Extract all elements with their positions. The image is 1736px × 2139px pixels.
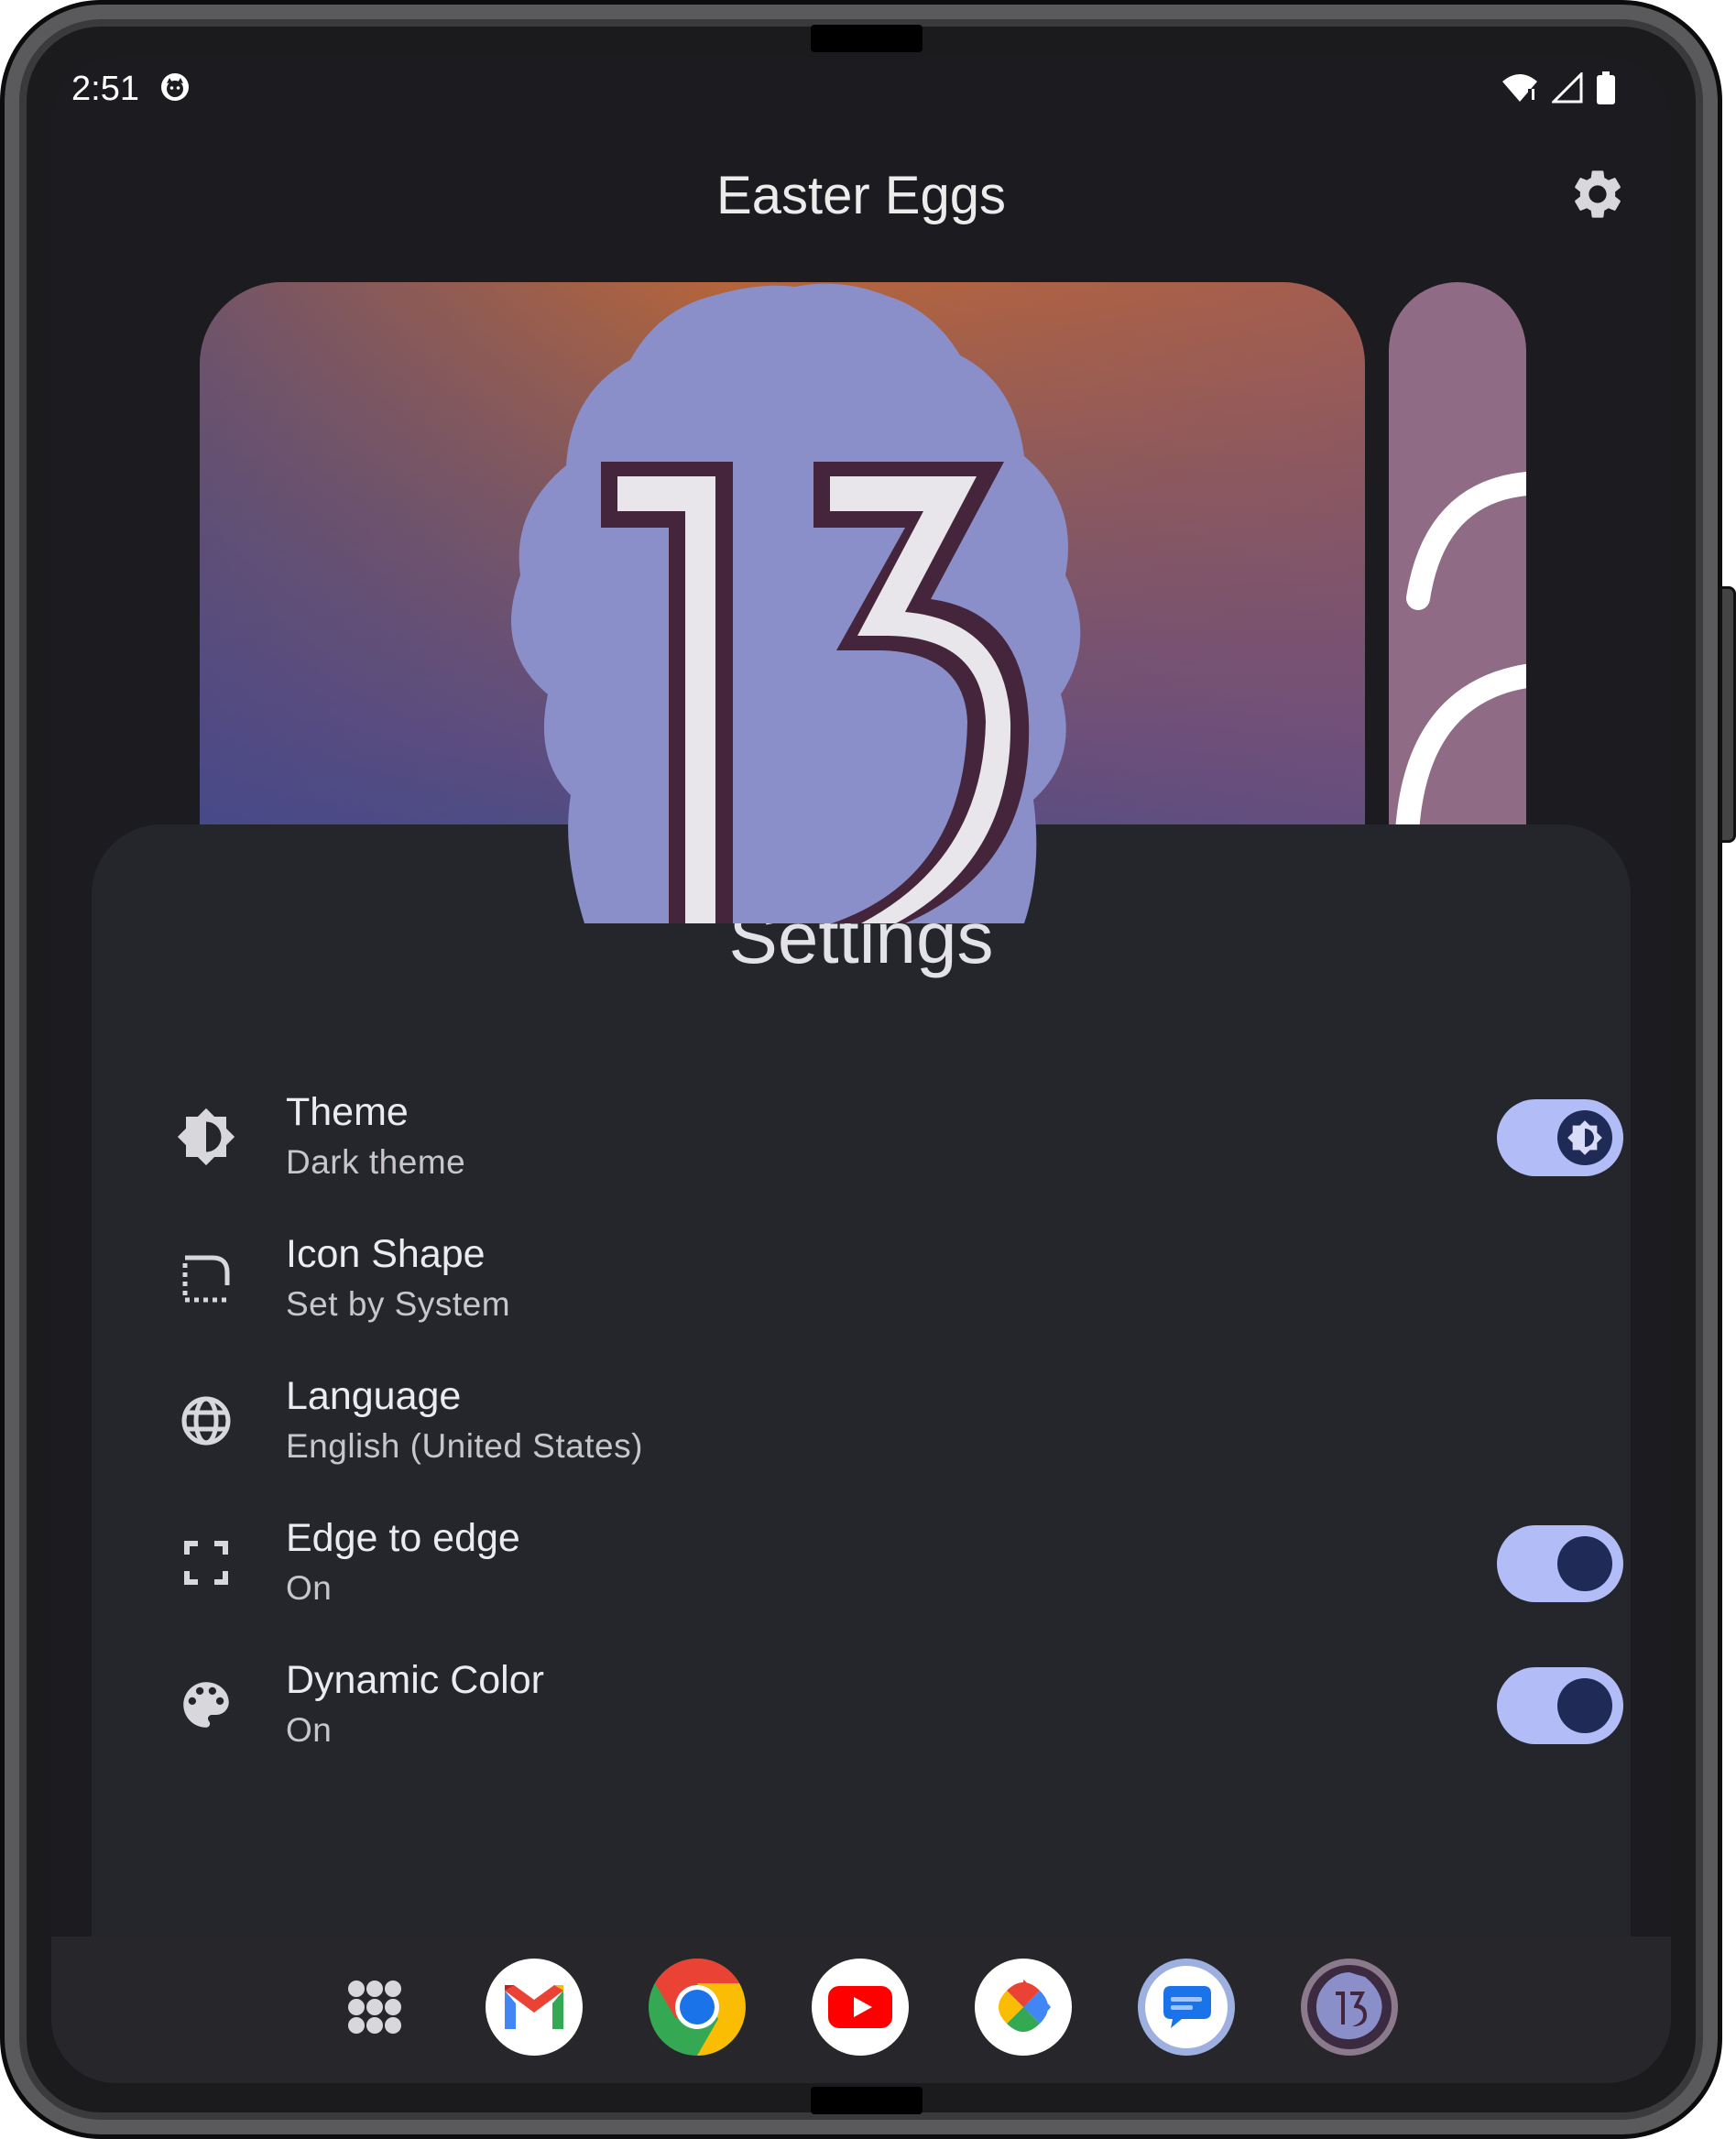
setting-title: Dynamic Color	[286, 1658, 544, 1702]
globe-icon	[176, 1391, 236, 1451]
settings-sheet: Settings Theme Dark theme Icon Shape Set…	[92, 824, 1631, 2015]
camera-notch-top	[811, 25, 923, 52]
messages-icon[interactable]	[1138, 1959, 1235, 2056]
gmail-icon[interactable]	[486, 1959, 583, 2056]
setting-subtitle: English (United States)	[286, 1427, 643, 1465]
setting-subtitle: Set by System	[286, 1285, 511, 1323]
battery-icon	[1596, 71, 1616, 104]
edge-to-edge-toggle[interactable]	[1497, 1525, 1623, 1602]
setting-subtitle: On	[286, 1569, 333, 1607]
cat-notification-icon	[159, 71, 191, 103]
setting-theme[interactable]: Theme Dark theme	[92, 1072, 1631, 1209]
gear-icon[interactable]	[1568, 165, 1627, 224]
icon-shape-icon	[176, 1249, 236, 1309]
page-title: Easter Eggs	[716, 166, 1006, 225]
photos-icon[interactable]	[975, 1959, 1072, 2056]
setting-language[interactable]: Language English (United States)	[92, 1356, 1631, 1493]
setting-dynamic-color[interactable]: Dynamic Color On	[92, 1640, 1631, 1777]
wifi-icon	[1501, 72, 1539, 104]
toggle-thumb	[1557, 1536, 1612, 1591]
dynamic-color-toggle[interactable]	[1497, 1667, 1623, 1744]
chrome-icon[interactable]	[649, 1959, 746, 2056]
toggle-thumb	[1557, 1678, 1612, 1733]
setting-icon-shape[interactable]: Icon Shape Set by System	[92, 1214, 1631, 1351]
screen: 2:51 Easter Eggs Settings Theme Dark the…	[51, 57, 1671, 2083]
youtube-icon[interactable]	[812, 1959, 909, 2056]
camera-notch-bottom	[811, 2087, 923, 2114]
setting-subtitle: Dark theme	[286, 1143, 466, 1181]
brightness-icon	[176, 1107, 236, 1167]
fullscreen-icon	[176, 1533, 236, 1593]
setting-edge-to-edge[interactable]: Edge to edge On	[92, 1498, 1631, 1635]
setting-title: Theme	[286, 1090, 409, 1134]
setting-subtitle: On	[286, 1711, 333, 1749]
setting-title: Icon Shape	[286, 1232, 486, 1276]
status-bar: 2:51	[51, 57, 1671, 121]
easter-egg-card-13[interactable]	[200, 282, 1365, 923]
setting-title: Language	[286, 1374, 462, 1418]
app-dock	[51, 1937, 1671, 2083]
power-button	[1720, 586, 1736, 843]
status-time: 2:51	[71, 70, 139, 108]
setting-title: Edge to edge	[286, 1516, 520, 1560]
easter-eggs-13-icon[interactable]	[1301, 1959, 1398, 2056]
toggle-thumb	[1557, 1110, 1612, 1165]
palette-icon	[176, 1675, 236, 1735]
app-drawer-icon[interactable]	[326, 1959, 423, 2056]
signal-icon	[1552, 72, 1583, 104]
theme-toggle[interactable]	[1497, 1099, 1623, 1176]
